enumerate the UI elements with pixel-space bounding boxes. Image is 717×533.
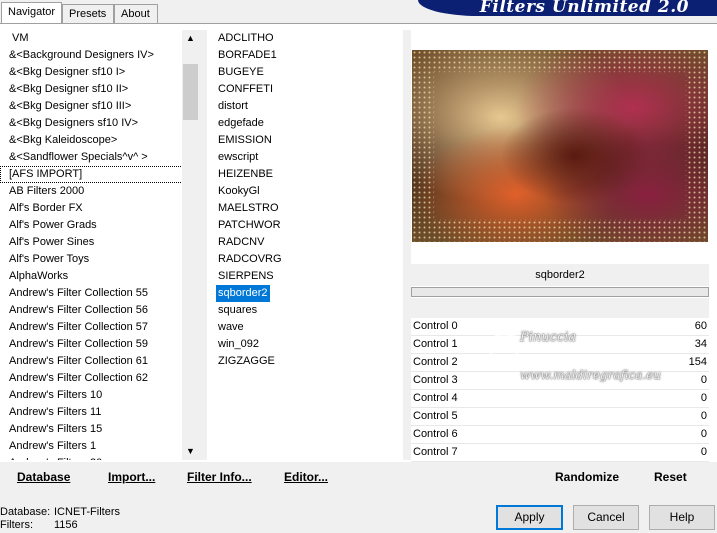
category-item[interactable]: Andrew's Filter Collection 57: [0, 319, 183, 336]
category-item[interactable]: Andrew's Filter Collection 55: [0, 285, 183, 302]
filter-item[interactable]: wave: [216, 319, 246, 336]
category-item[interactable]: Andrew's Filters 15: [0, 421, 183, 438]
control-label: Control 4: [413, 392, 458, 404]
control-row[interactable]: Control 6 0: [411, 426, 709, 444]
tab-navigator[interactable]: Navigator: [1, 2, 62, 23]
filter-item[interactable]: HEIZENBE: [216, 166, 275, 183]
category-item[interactable]: Alf's Power Toys: [0, 251, 183, 268]
control-value[interactable]: 0: [701, 426, 707, 443]
category-list[interactable]: VM &<Background Designers IV> &<Bkg Design…: [0, 30, 183, 460]
filter-item[interactable]: SIERPENS: [216, 268, 276, 285]
control-label: Control 5: [413, 410, 458, 422]
filter-item[interactable]: RADCOVRG: [216, 251, 284, 268]
control-label: Control 2: [413, 356, 458, 368]
scroll-up-icon[interactable]: ▲: [182, 30, 199, 47]
cancel-button[interactable]: Cancel: [573, 505, 639, 530]
database-button[interactable]: Database: [17, 470, 70, 484]
selected-filter-name: sqborder2: [411, 264, 709, 286]
filter-item[interactable]: KookyGl: [216, 183, 262, 200]
category-item[interactable]: Andrew's Filters 1: [0, 438, 183, 455]
watermark: Pinuccia www.maldiregrafica.eu: [486, 326, 716, 386]
category-item[interactable]: AlphaWorks: [0, 268, 183, 285]
filter-item[interactable]: EMISSION: [216, 132, 274, 149]
category-item[interactable]: Andrew's Filters 20: [0, 455, 183, 460]
randomize-button[interactable]: Randomize: [555, 470, 619, 484]
control-label: Control 7: [413, 446, 458, 458]
category-item[interactable]: VM: [0, 30, 183, 47]
filter-item[interactable]: PATCHWOR: [216, 217, 283, 234]
filter-item[interactable]: BORFADE1: [216, 47, 279, 64]
category-item[interactable]: Andrew's Filter Collection 59: [0, 336, 183, 353]
list-divider: [403, 30, 411, 460]
filter-item[interactable]: edgefade: [216, 115, 266, 132]
control-value[interactable]: 0: [701, 408, 707, 425]
tab-about[interactable]: About: [114, 4, 158, 23]
filter-item[interactable]: BUGEYE: [216, 64, 266, 81]
import-button[interactable]: Import...: [108, 470, 155, 484]
category-item[interactable]: &<Bkg Designer sf10 II>: [0, 81, 183, 98]
filter-info-button[interactable]: Filter Info...: [187, 470, 252, 484]
control-label: Control 6: [413, 428, 458, 440]
filter-item[interactable]: ZIGZAGGE: [216, 353, 277, 370]
category-item[interactable]: &<Bkg Designer sf10 III>: [0, 98, 183, 115]
category-item[interactable]: &<Bkg Kaleidoscope>: [0, 132, 183, 149]
filter-info-spacer: [411, 298, 709, 320]
control-row[interactable]: Control 7 0: [411, 444, 709, 462]
control-label: Control 3: [413, 374, 458, 386]
filter-item[interactable]: RADCNV: [216, 234, 266, 251]
category-item[interactable]: &<Sandflower Specials^v^ >: [0, 149, 183, 166]
filter-list[interactable]: ADCLITHO BORFADE1 BUGEYE CONFFETI distort edg…: [207, 30, 403, 460]
list-divider: [199, 30, 207, 460]
control-row[interactable]: Control 4 0: [411, 390, 709, 408]
filters-count-label: Filters:: [0, 519, 33, 531]
filter-preview-image: [412, 50, 708, 242]
reset-button[interactable]: Reset: [654, 470, 687, 484]
category-item[interactable]: Andrew's Filter Collection 56: [0, 302, 183, 319]
category-item[interactable]: Andrew's Filter Collection 61: [0, 353, 183, 370]
category-item[interactable]: &<Bkg Designers sf10 IV>: [0, 115, 183, 132]
category-item[interactable]: AB Filters 2000: [0, 183, 183, 200]
category-item[interactable]: &<Background Designers IV>: [0, 47, 183, 64]
filter-item[interactable]: squares: [216, 302, 259, 319]
category-item[interactable]: Andrew's Filters 11: [0, 404, 183, 421]
filter-item[interactable]: CONFFETI: [216, 81, 275, 98]
category-item[interactable]: Alf's Power Sines: [0, 234, 183, 251]
control-row[interactable]: Control 5 0: [411, 408, 709, 426]
category-item[interactable]: Andrew's Filter Collection 62: [0, 370, 183, 387]
filter-item[interactable]: ADCLITHO: [216, 30, 276, 47]
category-item[interactable]: [AFS IMPORT]: [0, 166, 183, 183]
filter-item[interactable]: sqborder2: [216, 285, 270, 302]
database-label: Database:: [0, 506, 51, 518]
database-value: ICNET-Filters: [54, 506, 120, 518]
category-item[interactable]: Andrew's Filters 10: [0, 387, 183, 404]
tab-presets[interactable]: Presets: [62, 4, 114, 23]
app-banner-title: Filters Unlimited 2.0: [418, 0, 717, 16]
category-item[interactable]: &<Bkg Designer sf10 I>: [0, 64, 183, 81]
apply-button[interactable]: Apply: [496, 505, 563, 530]
scroll-down-icon[interactable]: ▼: [182, 443, 199, 460]
filter-item[interactable]: ewscript: [216, 149, 260, 166]
filter-item[interactable]: MAELSTRO: [216, 200, 281, 217]
filters-count-value: 1156: [54, 519, 78, 531]
control-value[interactable]: 0: [701, 444, 707, 461]
control-value[interactable]: 0: [701, 390, 707, 407]
filter-info-bar: [411, 287, 709, 297]
scroll-thumb[interactable]: [183, 64, 198, 120]
category-scrollbar[interactable]: ▲ ▼: [182, 30, 199, 460]
category-item[interactable]: Alf's Power Grads: [0, 217, 183, 234]
control-label: Control 1: [413, 338, 458, 350]
editor-button[interactable]: Editor...: [284, 470, 328, 484]
help-button[interactable]: Help: [649, 505, 715, 530]
filter-item[interactable]: distort: [216, 98, 250, 115]
category-item[interactable]: Alf's Border FX: [0, 200, 183, 217]
control-label: Control 0: [413, 320, 458, 332]
filter-item[interactable]: win_092: [216, 336, 261, 353]
